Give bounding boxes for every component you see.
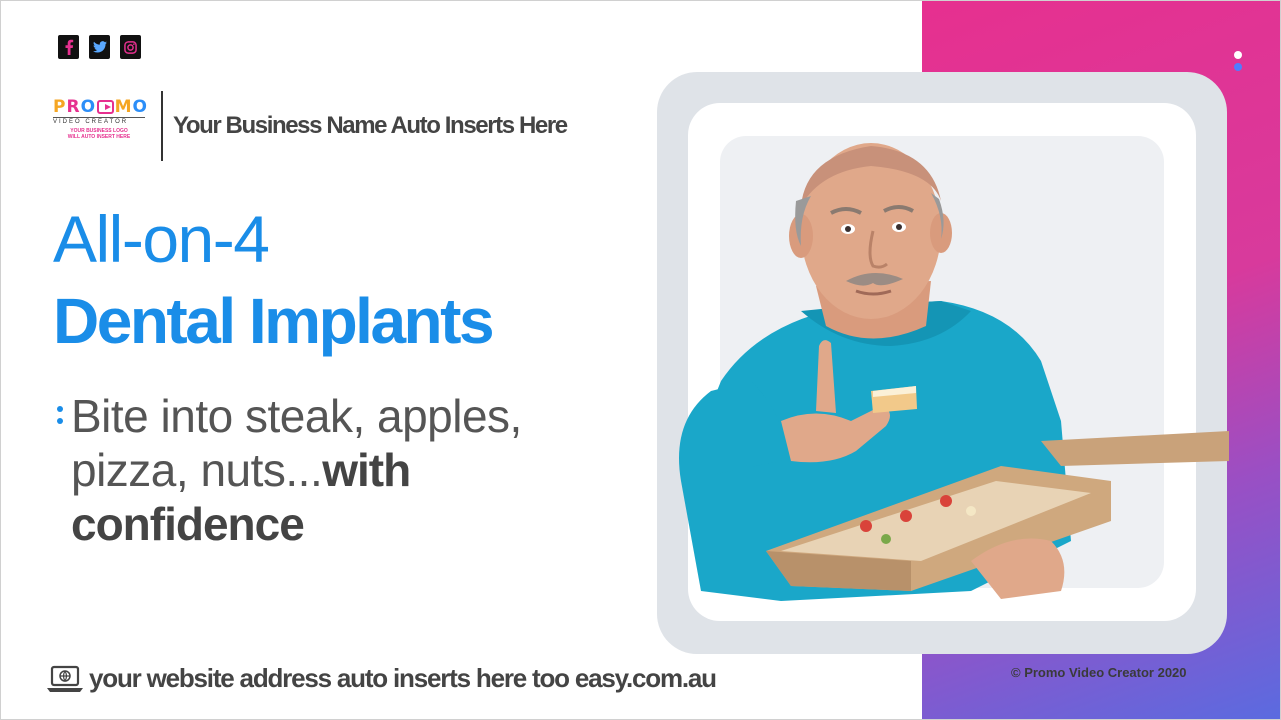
decor-dot-white [1234,51,1242,59]
decor-dot-blue [1234,63,1242,71]
logo-wordmark: PROMO [53,97,148,117]
twitter-icon[interactable] [89,35,110,59]
social-links [58,35,141,59]
business-logo: PROMO VIDEO CREATOR YOUR BUSINESS LOGO W… [53,98,148,153]
man-with-pizza-image [679,143,1229,601]
website-address[interactable]: your website address auto inserts here t… [89,663,717,694]
headline-secondary: Dental Implants [53,285,495,357]
body-text-regular: Bite into steak, apples, pizza, nuts... [71,390,522,496]
slide: PROMO VIDEO CREATOR YOUR BUSINESS LOGO W… [0,0,1281,720]
play-icon [97,100,114,114]
instagram-icon[interactable] [120,35,141,59]
bullet-colon-icon [57,404,63,426]
logo-note-line-2: WILL AUTO INSERT HERE [67,134,131,140]
logo-subtitle: VIDEO CREATOR [53,117,145,125]
copyright-text: © Promo Video Creator 2020 [1011,665,1187,680]
body-text: Bite into steak, apples, pizza, nuts...w… [71,389,591,551]
headline-primary: All-on-4 [53,202,270,276]
facebook-icon[interactable] [58,35,79,59]
laptop-globe-icon [47,665,83,692]
logo-note: YOUR BUSINESS LOGO WILL AUTO INSERT HERE [53,128,145,140]
business-name: Your Business Name Auto Inserts Here [173,112,568,139]
header-divider [161,91,163,161]
